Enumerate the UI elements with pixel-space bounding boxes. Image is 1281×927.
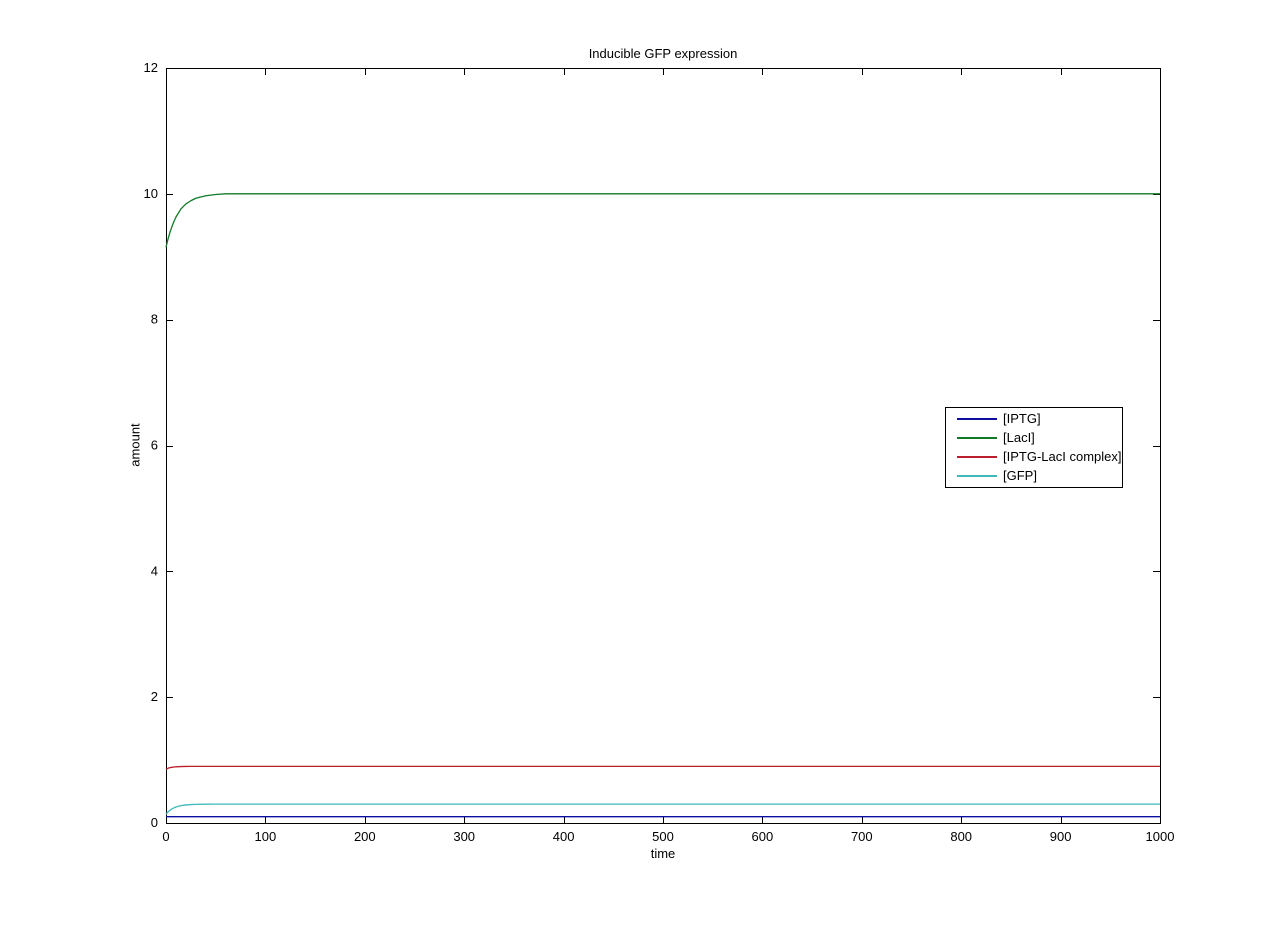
x-tick-label: 400	[553, 829, 575, 844]
legend: [IPTG] [LacI] [IPTG-LacI complex] [GFP]	[945, 407, 1123, 488]
legend-item: [GFP]	[957, 467, 1122, 486]
x-tick-label: 700	[851, 829, 873, 844]
legend-line-sample	[957, 456, 997, 458]
x-axis-label: time	[166, 847, 1160, 861]
y-tick-label: 0	[151, 815, 158, 830]
legend-line-sample	[957, 475, 997, 477]
series-line-1	[166, 194, 1160, 247]
legend-label: [GFP]	[1003, 469, 1037, 483]
chart-title: Inducible GFP expression	[166, 47, 1160, 61]
legend-item: [IPTG-LacI complex]	[957, 448, 1122, 467]
y-tick-label: 6	[151, 438, 158, 453]
x-tick-label: 600	[752, 829, 774, 844]
x-tick-label: 100	[255, 829, 277, 844]
y-tick-label: 10	[144, 186, 158, 201]
series-line-3	[166, 804, 1160, 814]
legend-item: [LacI]	[957, 428, 1122, 447]
x-tick-label: 500	[652, 829, 674, 844]
legend-label: [IPTG]	[1003, 412, 1041, 426]
y-tick-label: 2	[151, 689, 158, 704]
x-tick-label: 300	[453, 829, 475, 844]
legend-line-sample	[957, 437, 997, 439]
legend-item: [IPTG]	[957, 409, 1122, 428]
x-tick-label: 800	[950, 829, 972, 844]
legend-label: [IPTG-LacI complex]	[1003, 450, 1121, 464]
series-line-2	[166, 766, 1160, 769]
legend-line-sample	[957, 418, 997, 420]
y-tick-label: 4	[151, 563, 158, 578]
y-tick-label: 12	[144, 60, 158, 75]
x-tick-label: 900	[1050, 829, 1072, 844]
y-axis-label: amount	[128, 423, 143, 466]
x-tick-label: 1000	[1146, 829, 1175, 844]
figure-canvas: 0 100 200 300 400 500 600 700 800 900 1000 0 2 4 6 8 10 1…	[0, 0, 1281, 927]
x-tick-label: 200	[354, 829, 376, 844]
y-tick-label: 8	[151, 312, 158, 327]
x-tick-label: 0	[162, 829, 169, 844]
legend-label: [LacI]	[1003, 431, 1035, 445]
